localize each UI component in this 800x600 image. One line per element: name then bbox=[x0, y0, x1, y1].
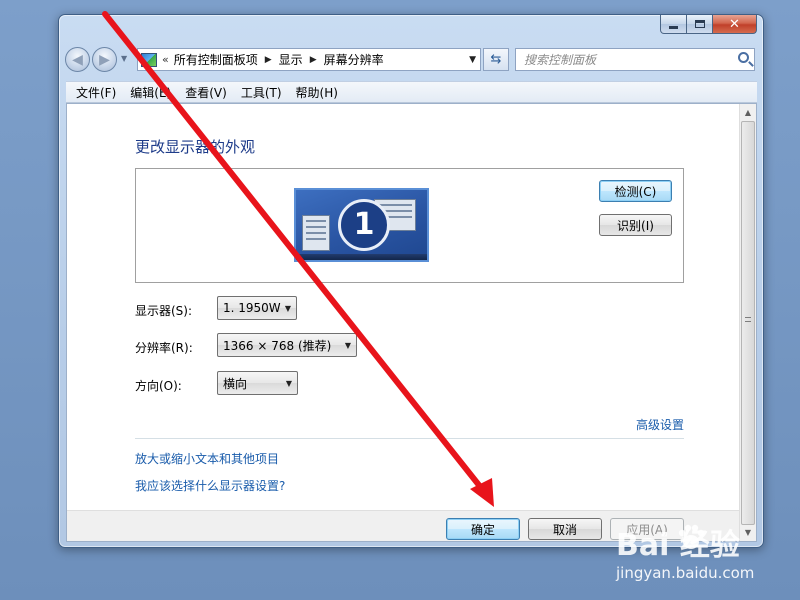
paw-icon bbox=[678, 524, 705, 549]
back-arrow-icon: ◀ bbox=[72, 51, 83, 68]
text-size-link[interactable]: 放大或缩小文本和其他项目 bbox=[135, 450, 279, 467]
grip-icon bbox=[745, 317, 751, 322]
page-title: 更改显示器的外观 bbox=[135, 138, 256, 156]
breadcrumb-all-items[interactable]: 所有控制面板项 bbox=[174, 51, 258, 68]
forward-button[interactable]: ▶ bbox=[92, 47, 117, 72]
display-select[interactable]: 1. 1950W ▼ bbox=[217, 296, 297, 320]
identify-button[interactable]: 识别(I) bbox=[599, 214, 672, 236]
display-select-value: 1. 1950W bbox=[223, 301, 281, 315]
address-dropdown-icon[interactable]: ▼ bbox=[469, 55, 476, 65]
screen-resolution-window: ✕ ◀ ▶ ▼ « 所有控制面板项 ▶ 显示 ▶ 屏幕分辨率 ▼ ⇆ 文件(F) bbox=[58, 14, 764, 548]
search-icon[interactable] bbox=[738, 52, 749, 63]
monitor-arrangement-panel: 1 检测(C) 识别(I) bbox=[135, 168, 684, 283]
menu-help[interactable]: 帮助(H) bbox=[296, 84, 338, 101]
orientation-label: 方向(O): bbox=[135, 379, 182, 393]
detect-button[interactable]: 检测(C) bbox=[599, 180, 672, 202]
control-panel-icon bbox=[141, 52, 157, 67]
resolution-select-value: 1366 × 768 (推荐) bbox=[223, 338, 332, 353]
breadcrumb-screen-resolution[interactable]: 屏幕分辨率 bbox=[324, 51, 384, 68]
breadcrumb-arrow-icon[interactable]: ▶ bbox=[265, 55, 272, 65]
recent-pages-dropdown[interactable]: ▼ bbox=[121, 55, 129, 63]
scrollbar-thumb[interactable] bbox=[741, 121, 755, 525]
caption-buttons: ✕ bbox=[660, 15, 757, 35]
menu-view[interactable]: 查看(V) bbox=[185, 84, 227, 101]
monitor-preview-taskbar bbox=[296, 254, 427, 260]
breadcrumb-overflow[interactable]: « bbox=[162, 53, 169, 66]
display-label: 显示器(S): bbox=[135, 304, 193, 318]
minimize-button[interactable] bbox=[660, 15, 687, 34]
chevron-down-icon: ▼ bbox=[284, 304, 291, 313]
menu-tools[interactable]: 工具(T) bbox=[241, 84, 282, 101]
breadcrumb-display[interactable]: 显示 bbox=[279, 51, 303, 68]
minimize-icon bbox=[669, 25, 678, 29]
back-button[interactable]: ◀ bbox=[65, 47, 90, 72]
divider bbox=[135, 438, 684, 439]
client-area: 更改显示器的外观 1 检测(C) 识别(I) 显示器(S): 1. 1950W … bbox=[66, 103, 757, 542]
address-bar[interactable]: « 所有控制面板项 ▶ 显示 ▶ 屏幕分辨率 ▼ bbox=[137, 48, 481, 71]
vertical-scrollbar[interactable]: ▲ ▼ bbox=[739, 104, 756, 541]
breadcrumb-arrow-icon[interactable]: ▶ bbox=[310, 55, 317, 65]
maximize-icon bbox=[694, 20, 705, 28]
baidu-jingyan-watermark: Bai 经验 jingyan.baidu.com bbox=[612, 508, 792, 592]
orientation-select[interactable]: 横向 ▼ bbox=[217, 371, 298, 395]
monitor-1-tile[interactable]: 1 bbox=[294, 188, 429, 262]
refresh-button[interactable]: ⇆ bbox=[483, 48, 509, 71]
monitor-number-badge: 1 bbox=[338, 199, 390, 251]
ok-button[interactable]: 确定 bbox=[446, 518, 520, 540]
search-input[interactable] bbox=[516, 49, 726, 70]
advanced-settings-link[interactable]: 高级设置 bbox=[636, 416, 684, 433]
menu-file[interactable]: 文件(F) bbox=[76, 84, 116, 101]
cancel-button[interactable]: 取消 bbox=[528, 518, 602, 540]
resolution-select[interactable]: 1366 × 768 (推荐) ▼ bbox=[217, 333, 357, 357]
forward-arrow-icon: ▶ bbox=[99, 51, 110, 68]
chevron-down-icon: ▼ bbox=[285, 379, 292, 388]
close-icon: ✕ bbox=[729, 16, 740, 32]
maximize-button[interactable] bbox=[687, 15, 713, 34]
refresh-icon: ⇆ bbox=[490, 52, 502, 67]
navigation-bar: ◀ ▶ ▼ « 所有控制面板项 ▶ 显示 ▶ 屏幕分辨率 ▼ ⇆ bbox=[65, 45, 755, 75]
resolution-label: 分辨率(R): bbox=[135, 341, 193, 355]
monitor-preview-window bbox=[302, 215, 330, 251]
menu-edit[interactable]: 编辑(E) bbox=[130, 84, 171, 101]
scroll-up-icon[interactable]: ▲ bbox=[740, 104, 756, 121]
menu-bar: 文件(F) 编辑(E) 查看(V) 工具(T) 帮助(H) bbox=[66, 81, 757, 103]
display-settings-help-link[interactable]: 我应该选择什么显示器设置? bbox=[135, 477, 285, 494]
watermark-url: jingyan.baidu.com bbox=[616, 564, 755, 582]
chevron-down-icon: ▼ bbox=[344, 341, 351, 350]
close-button[interactable]: ✕ bbox=[713, 15, 757, 34]
search-box bbox=[515, 48, 755, 71]
orientation-select-value: 横向 bbox=[223, 376, 248, 391]
